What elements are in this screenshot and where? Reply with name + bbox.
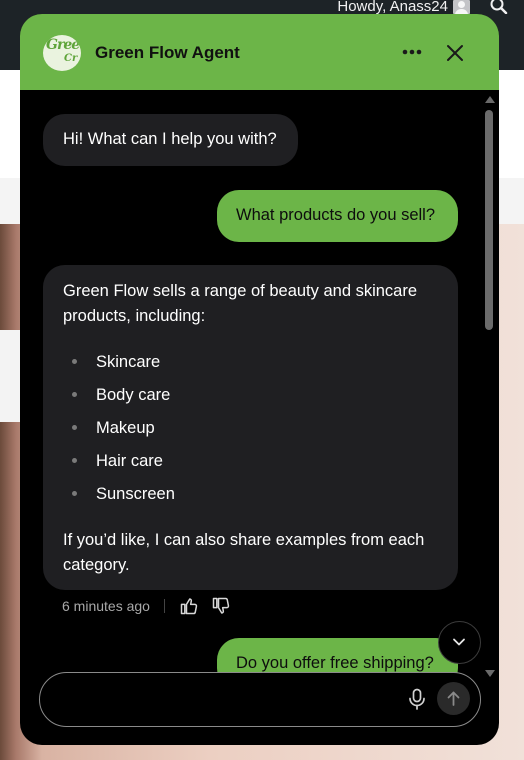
- hero-face-mask: [0, 330, 20, 422]
- user-message: Do you offer free shipping?: [217, 638, 458, 676]
- scroll-down-arrow-icon[interactable]: [485, 670, 495, 677]
- scrollbar-thumb[interactable]: [485, 110, 493, 330]
- message-list[interactable]: Hi! What can I help you with? What produ…: [20, 90, 482, 676]
- list-item: Makeup: [63, 420, 175, 454]
- more-options-button[interactable]: [396, 40, 428, 64]
- arrow-up-icon: [447, 691, 460, 706]
- bot-message: Green Flow sells a range of beauty and s…: [43, 265, 458, 590]
- microphone-icon[interactable]: [405, 687, 429, 711]
- user-message: What products do you sell?: [217, 190, 458, 242]
- chat-title: Green Flow Agent: [95, 43, 240, 62]
- divider: [163, 599, 165, 613]
- message-composer: [39, 672, 481, 727]
- chat-header: Gree Cr Green Flow Agent: [20, 14, 499, 90]
- more-horizontal-icon: [402, 49, 422, 55]
- scroll-up-arrow-icon[interactable]: [485, 96, 495, 103]
- chat-widget: Gree Cr Green Flow Agent Hi! What can I …: [20, 14, 499, 745]
- bot-message-outro: If you’d like, I can also share examples…: [63, 531, 425, 574]
- list-item: Hair care: [63, 453, 175, 487]
- chevron-down-icon: [453, 638, 465, 646]
- bot-message: Hi! What can I help you with?: [43, 114, 298, 166]
- logo-subtext: Cr: [64, 53, 78, 64]
- list-item: Body care: [63, 387, 175, 421]
- thumbs-down-icon[interactable]: [211, 596, 231, 616]
- close-button[interactable]: [440, 38, 470, 68]
- logo-wordmark: Gree: [46, 37, 80, 53]
- admin-greeting[interactable]: Howdy, Anass24: [337, 0, 448, 14]
- thumbs-up-icon[interactable]: [179, 596, 199, 616]
- message-input[interactable]: [60, 685, 390, 713]
- scroll-to-bottom-button[interactable]: [438, 621, 481, 664]
- message-meta: 6 minutes ago: [62, 596, 243, 616]
- close-icon: [447, 45, 463, 61]
- product-category-list: Skincare Body care Makeup Hair care Suns…: [63, 354, 175, 520]
- user-avatar-icon[interactable]: [453, 0, 470, 14]
- list-item: Sunscreen: [63, 486, 175, 520]
- brand-logo: Gree Cr: [43, 35, 81, 71]
- list-item: Skincare: [63, 354, 175, 388]
- send-button[interactable]: [437, 682, 470, 715]
- message-timestamp: 6 minutes ago: [62, 598, 150, 614]
- search-icon[interactable]: [490, 0, 508, 15]
- bot-message-intro: Green Flow sells a range of beauty and s…: [63, 282, 418, 325]
